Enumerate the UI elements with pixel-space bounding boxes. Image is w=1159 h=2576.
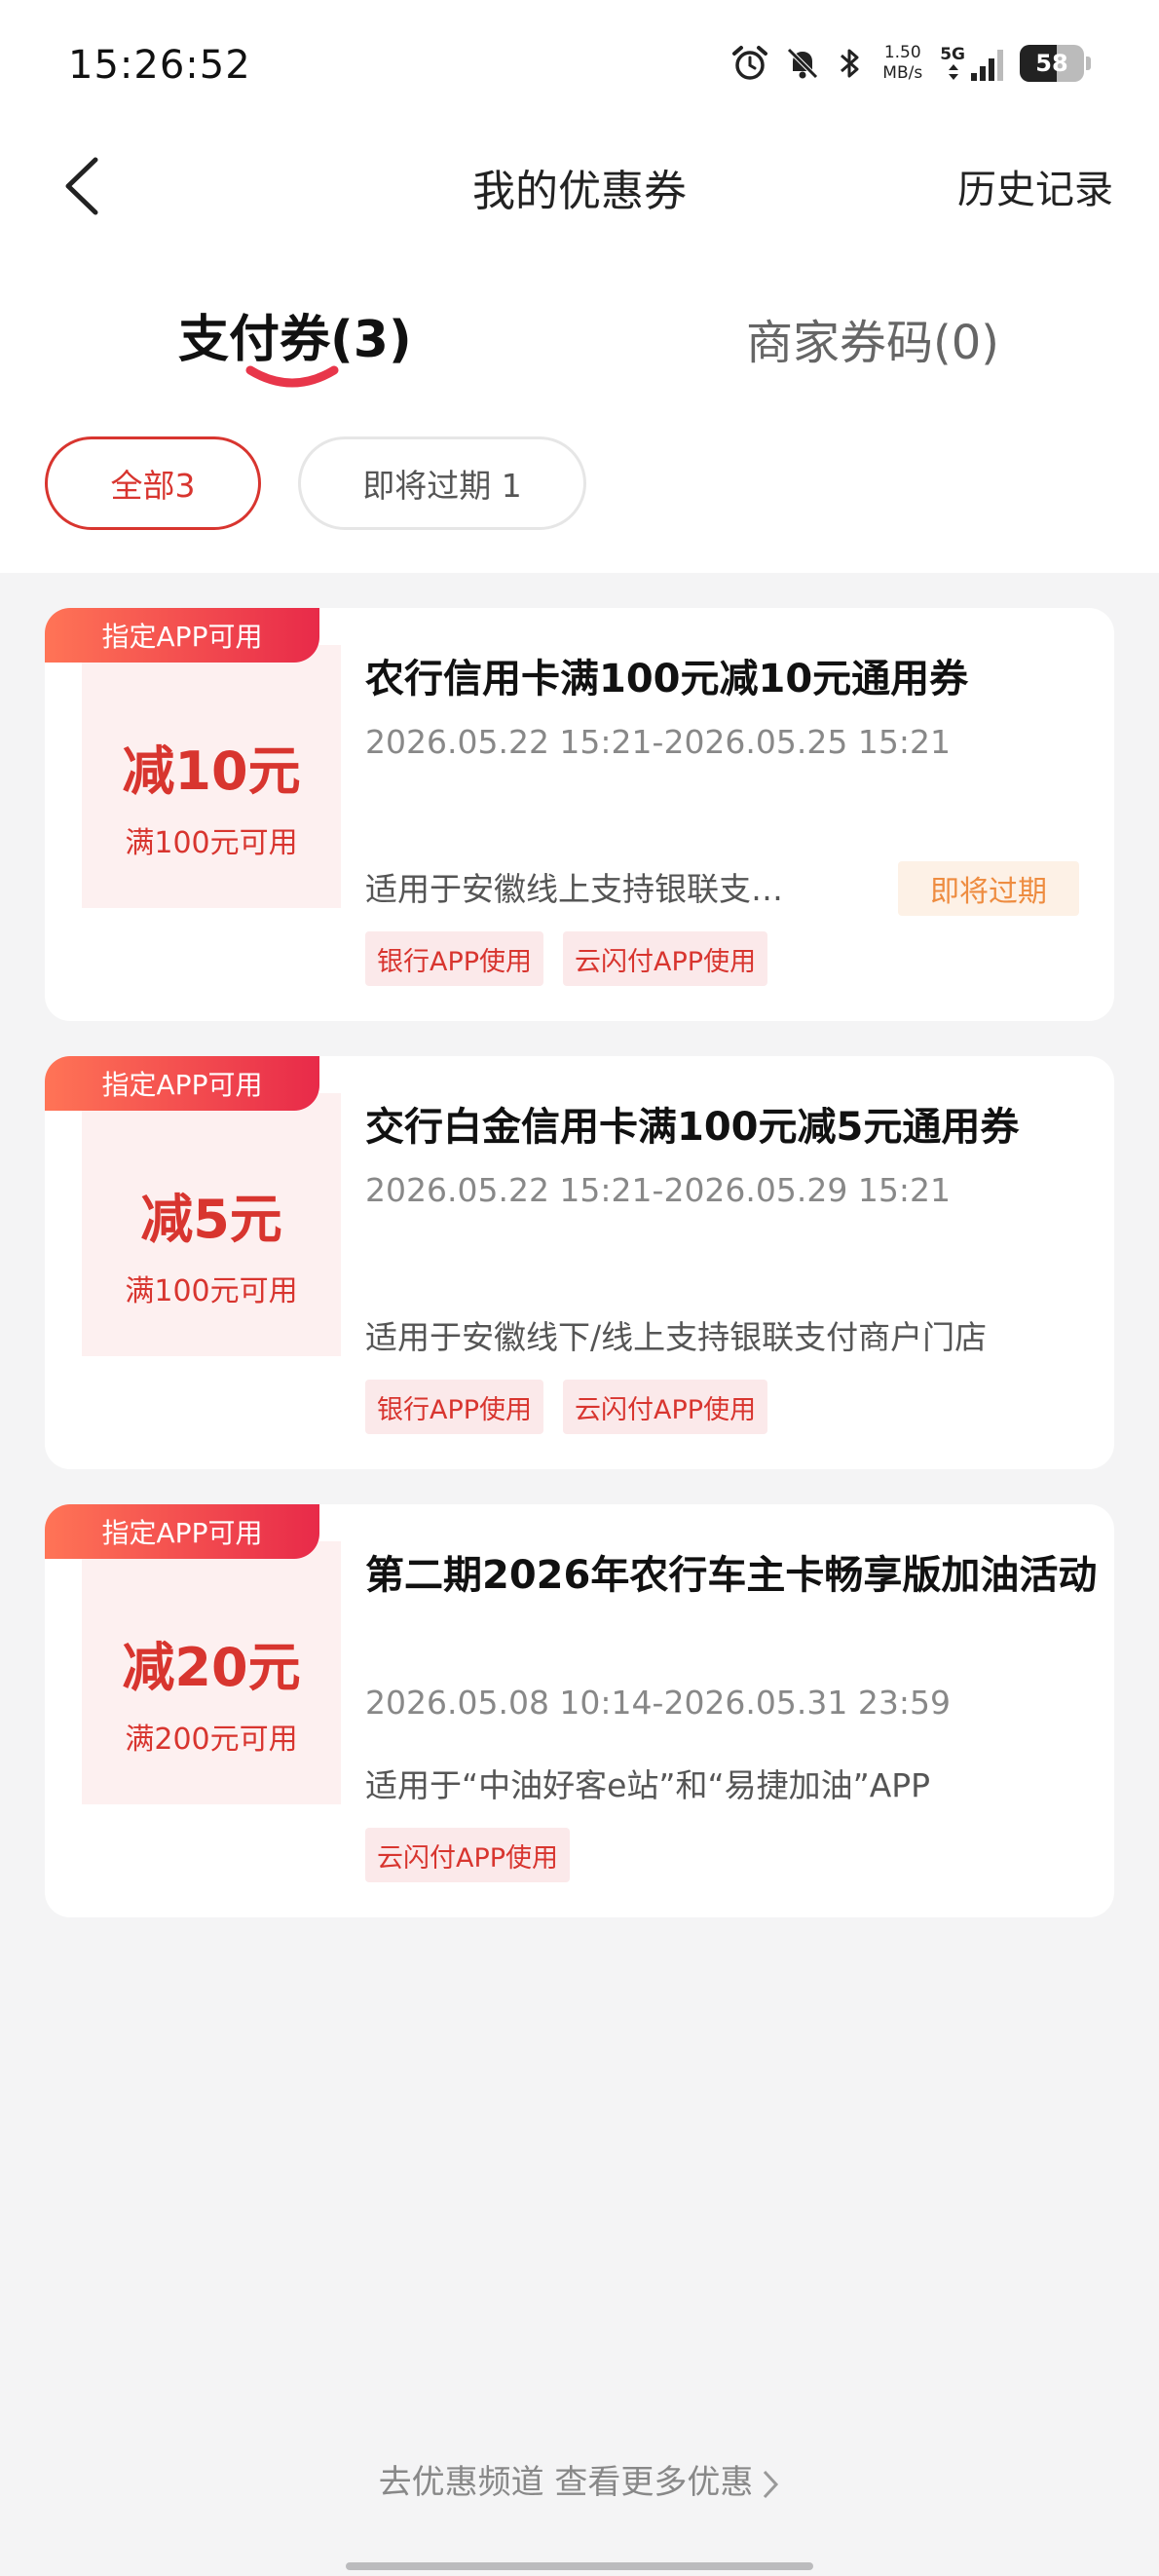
coupon-amount: 减5元 — [140, 1188, 282, 1250]
filter-expiring-chip[interactable]: 即将过期 1 — [298, 436, 586, 530]
status-icons: 1.50 MB/s 5G 58 — [730, 39, 1091, 88]
mute-bell-icon — [787, 48, 819, 79]
signal-bars-icon — [971, 49, 1003, 81]
coupon-app-tag: 指定APP可用 — [45, 608, 319, 663]
coupon-validity: 2026.05.22 15:21-2026.05.29 15:21 — [365, 1171, 951, 1209]
battery-indicator: 58 — [1020, 45, 1084, 82]
coupon-card[interactable]: 减5元 满100元可用 指定APP可用 交行白金信用卡满100元减5元通用券 2… — [45, 1056, 1114, 1469]
signal-indicator: 5G — [940, 44, 1006, 81]
coupon-scope: 适用于安徽线下/线上支持银联支付商户门店 — [365, 1318, 988, 1356]
status-time: 15:26:52 — [68, 43, 251, 88]
tab-payment-coupons[interactable]: 支付券(3) — [178, 298, 412, 371]
history-button[interactable]: 历史记录 — [957, 158, 1113, 214]
coupon-amount: 减20元 — [122, 1636, 301, 1698]
bluetooth-icon — [841, 49, 859, 78]
coupon-card[interactable]: 减20元 满200元可用 指定APP可用 第二期2026年农行车主卡畅享版加油活… — [45, 1504, 1114, 1917]
coupon-validity: 2026.05.08 10:14-2026.05.31 23:59 — [365, 1684, 951, 1722]
coupon-amount: 减10元 — [122, 739, 301, 802]
coupon-title: 农行信用卡满100元减10元通用券 — [365, 657, 969, 701]
coupon-title: 第二期2026年农行车主卡畅享版加油活动 — [365, 1553, 1098, 1598]
coupon-condition: 满100元可用 — [125, 825, 298, 860]
coupon-channel-tags: 银行APP使用 云闪付APP使用 — [365, 1380, 768, 1434]
channel-tag: 银行APP使用 — [365, 1380, 544, 1434]
coupon-condition: 满100元可用 — [125, 1273, 298, 1308]
channel-tag: 云闪付APP使用 — [563, 1380, 768, 1434]
network-type: 5G — [940, 44, 965, 64]
alarm-icon — [732, 46, 768, 80]
tab-merchant-codes[interactable]: 商家券码(0) — [746, 304, 999, 372]
coupon-amount-box: 减10元 满100元可用 — [82, 645, 341, 908]
coupon-app-tag: 指定APP可用 — [45, 1056, 319, 1111]
network-speed: 1.50 MB/s — [882, 43, 922, 84]
expiring-badge: 即将过期 — [898, 861, 1079, 916]
coupon-title: 交行白金信用卡满100元减5元通用券 — [365, 1105, 1020, 1150]
more-offers-label: 去优惠频道 查看更多优惠 — [378, 2463, 754, 2502]
data-arrows-icon — [949, 63, 959, 80]
coupon-channel-tags: 云闪付APP使用 — [365, 1828, 571, 1882]
channel-tag: 云闪付APP使用 — [563, 931, 768, 986]
coupon-app-tag: 指定APP可用 — [45, 1504, 319, 1559]
coupon-channel-tags: 银行APP使用 云闪付APP使用 — [365, 931, 768, 986]
coupon-validity: 2026.05.22 15:21-2026.05.25 15:21 — [365, 723, 951, 761]
coupon-condition: 满200元可用 — [125, 1722, 298, 1757]
battery-tip — [1086, 57, 1091, 70]
home-indicator[interactable] — [346, 2562, 813, 2570]
tab-active-indicator — [245, 365, 339, 388]
coupon-amount-box: 减20元 满200元可用 — [82, 1541, 341, 1804]
network-speed-value: 1.50 — [883, 43, 921, 62]
coupon-scope: 适用于“中油好客e站”和“易捷加油”APP — [365, 1766, 931, 1804]
coupon-amount-box: 减5元 满100元可用 — [82, 1093, 341, 1356]
channel-tag: 云闪付APP使用 — [365, 1828, 571, 1882]
coupon-scope: 适用于安徽线上支持银联支… — [365, 870, 783, 908]
chevron-right-icon — [764, 2470, 779, 2498]
battery-level: 58 — [1035, 50, 1068, 77]
channel-tag: 银行APP使用 — [365, 931, 544, 986]
coupon-card[interactable]: 减10元 满100元可用 指定APP可用 农行信用卡满100元减10元通用券 2… — [45, 608, 1114, 1021]
more-offers-link[interactable]: 去优惠频道 查看更多优惠 — [0, 2455, 1159, 2503]
network-speed-unit: MB/s — [882, 63, 923, 83]
filter-all-chip[interactable]: 全部3 — [45, 436, 261, 530]
